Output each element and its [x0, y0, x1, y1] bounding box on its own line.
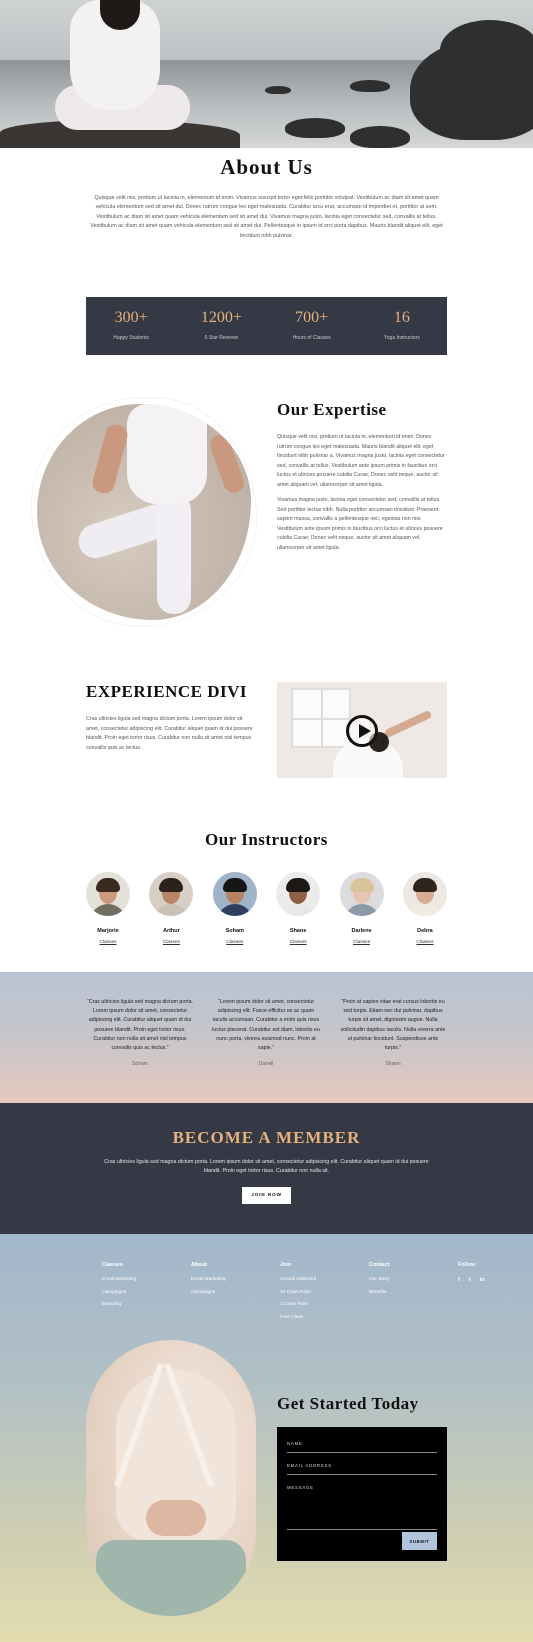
footer-link[interactable]: Free Class [280, 1315, 316, 1320]
twitter-icon[interactable]: t [469, 1277, 471, 1283]
footer-column: Contact Our Story Benefits [369, 1262, 390, 1302]
avatar [212, 872, 257, 916]
footer-link[interactable]: Branding [102, 1302, 136, 1307]
stat-number: 300+ [114, 309, 148, 326]
instructor-classes-link[interactable]: Classes [149, 940, 193, 945]
signup-form: NAME EMAIL ADDRESS MESSAGE SUBMIT [277, 1427, 447, 1561]
message-label: MESSAGE [287, 1485, 314, 1490]
stat-label: 5 Star Reviews [204, 335, 239, 341]
stat-number: 16 [393, 309, 410, 326]
expertise-title: Our Expertise [277, 400, 387, 419]
testimonial-author: Soham [132, 1061, 148, 1068]
join-now-button[interactable]: JOIN NOW [242, 1186, 291, 1204]
expertise-paragraph: Quisque velit nisi, pretium ut lacinia i… [277, 434, 445, 488]
stat-number: 700+ [295, 309, 329, 326]
email-label: EMAIL ADDRESS [287, 1463, 332, 1468]
testimonials-section: “Cras ultricies ligula sed magna dictum … [0, 972, 533, 1103]
instructor-card: Soham Classes [212, 872, 257, 945]
instructor-classes-link[interactable]: Classes [213, 940, 257, 945]
testimonial-quote: “Lorem ipsum dolor sit amet, consectetur… [212, 999, 320, 1052]
submit-button[interactable]: SUBMIT [402, 1532, 437, 1550]
instructor-card: Shane Classes [276, 872, 321, 945]
stat-label: Happy Students [113, 335, 149, 341]
instructor-card: Darlene Classes [339, 872, 384, 945]
footer-link[interactable]: 10 Class Pass [280, 1290, 316, 1295]
instructor-card: Arthur Classes [149, 872, 194, 945]
experience-text: Cras ultricies ligula sed magna dictum p… [86, 716, 253, 751]
footer-column-follow: Follow f t in [458, 1262, 485, 1283]
footer-link[interactable]: Annual Unlimited [280, 1277, 316, 1282]
stat-label: Yoga Instructors [383, 335, 420, 341]
stat: 700+ Hours of Classes [267, 297, 357, 355]
instructor-card: Debra Classes [402, 872, 447, 945]
testimonial: “Lorem ipsum dolor sit amet, consectetur… [212, 998, 320, 1067]
instructor-classes-link[interactable]: Classes [340, 940, 384, 945]
footer-link[interactable]: Email Marketing [102, 1277, 136, 1282]
stat-label: Hours of Classes [292, 335, 331, 341]
footer-link[interactable]: Campaigns [102, 1290, 136, 1295]
footer-column: Join Annual Unlimited 10 Class Pass 1 Cl… [280, 1262, 316, 1327]
footer-link[interactable]: Email Marketing [191, 1277, 225, 1282]
footer-column: About Email Marketing Campaigns [191, 1262, 225, 1302]
footer-link[interactable]: Benefits [369, 1290, 390, 1295]
footer-heading: Classes [102, 1262, 123, 1268]
member-text: Cras ultricies ligula sed magna dictum p… [104, 1159, 429, 1175]
instructors-list: Marjorie Classes Arthur Classes Soham Classes… [86, 872, 447, 945]
footer-link[interactable]: Campaigns [191, 1290, 225, 1295]
stat: 300+ Happy Students [86, 297, 176, 355]
email-field[interactable]: EMAIL ADDRESS [287, 1463, 437, 1475]
video-player[interactable] [277, 682, 447, 778]
hero-image [0, 0, 533, 148]
instructor-classes-link[interactable]: Classes [403, 940, 447, 945]
footer-heading: Contact [369, 1262, 390, 1268]
name-label: NAME [287, 1441, 303, 1446]
instructor-name: Debra [417, 928, 433, 934]
avatar [86, 872, 130, 916]
member-section: Become a Member Cras ultricies ligula se… [0, 1103, 533, 1234]
testimonial-author: Shawn [385, 1061, 401, 1068]
about-text: Quisque velit nisi, pretium ut lacinia i… [90, 195, 443, 239]
play-icon[interactable] [346, 715, 378, 747]
message-field[interactable]: MESSAGE [287, 1485, 437, 1530]
testimonial: “Proin at sapien vitae erat cursus lobor… [339, 998, 447, 1067]
get-started-title: Get Started Today [277, 1394, 419, 1413]
facebook-icon[interactable]: f [458, 1277, 460, 1283]
instructor-name: Marjorie [97, 928, 119, 934]
testimonial-author: Darrell [258, 1061, 274, 1068]
footer-heading: Join [280, 1262, 292, 1268]
testimonial-quote: “Proin at sapien vitae erat cursus lobor… [340, 999, 446, 1052]
instructor-name: Soham [225, 928, 244, 934]
expertise-image [32, 398, 256, 626]
name-field[interactable]: NAME [287, 1441, 437, 1453]
stat: 1200+ 5 Star Reviews [176, 297, 266, 355]
about-title: About Us [220, 155, 313, 179]
avatar [149, 872, 194, 916]
instructor-classes-link[interactable]: Classes [276, 940, 320, 945]
stats-bar: 300+ Happy Students 1200+ 5 Star Reviews… [86, 297, 447, 355]
footer-column: Classes Email Marketing Campaigns Brandi… [102, 1262, 136, 1315]
footer-link[interactable]: Our Story [369, 1277, 390, 1282]
footer: Classes Email Marketing Campaigns Brandi… [0, 1234, 533, 1642]
expertise-paragraph: Vivamus magna justo, lacinia eget consec… [277, 497, 443, 551]
testimonial: “Cras ultricies ligula sed magna dictum … [86, 998, 194, 1067]
instructor-classes-link[interactable]: Classes [86, 940, 130, 945]
stat: 16 Yoga Instructors [357, 297, 447, 355]
footer-link[interactable]: 1 Class Pass [280, 1302, 316, 1307]
instructor-name: Shane [289, 928, 307, 934]
instructor-card: Marjorie Classes [86, 872, 130, 945]
testimonial-quote: “Cras ultricies ligula sed magna dictum … [87, 999, 193, 1052]
avatar [402, 872, 447, 916]
stat-number: 1200+ [200, 309, 242, 326]
instructor-name: Darlene [351, 928, 372, 934]
footer-heading: Follow [458, 1262, 476, 1268]
get-started-image [86, 1340, 256, 1616]
instructors-title: Our Instructors [205, 830, 328, 849]
footer-heading: About [191, 1262, 207, 1268]
avatar [276, 872, 321, 916]
experience-title: Experience Divi [86, 682, 247, 701]
member-title: Become a Member [172, 1128, 361, 1147]
avatar [339, 872, 384, 916]
instructor-name: Arthur [162, 928, 180, 934]
linkedin-icon[interactable]: in [480, 1277, 485, 1283]
